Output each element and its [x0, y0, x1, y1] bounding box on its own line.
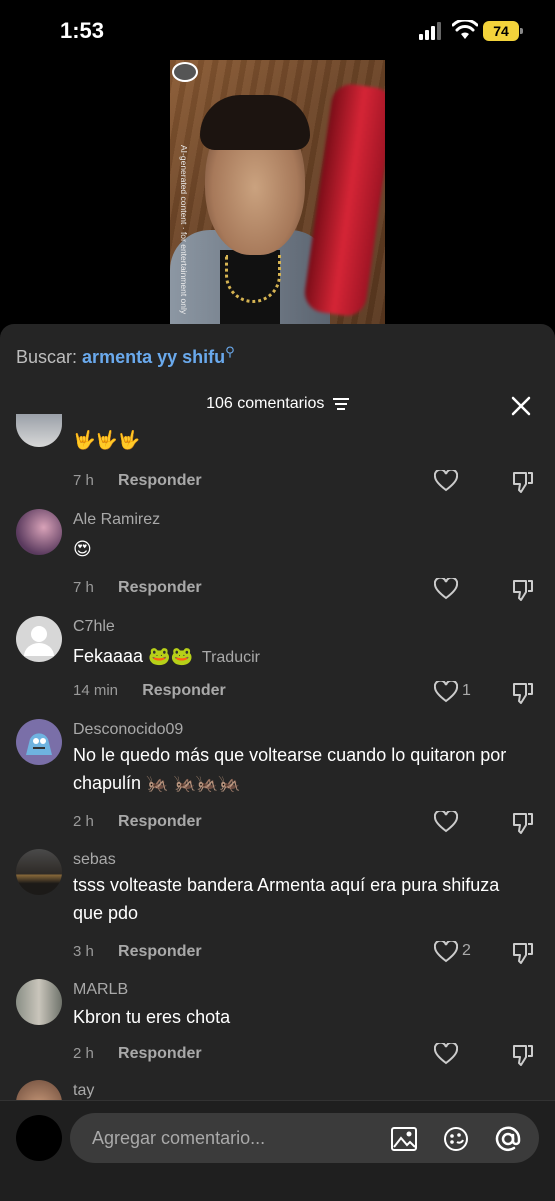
- comment-time: 7 h: [73, 472, 94, 489]
- search-icon: ⚲: [225, 344, 235, 359]
- search-suggestion[interactable]: Buscar: armenta yy shifu⚲: [16, 344, 235, 368]
- comment-time: 2 h: [73, 1045, 94, 1062]
- image-icon[interactable]: [390, 1125, 418, 1153]
- comment-avatar[interactable]: [16, 414, 62, 447]
- heart-icon[interactable]: [434, 941, 458, 963]
- comment-item: 🤟🤟🤟 7 h Responder: [0, 414, 555, 504]
- reply-button[interactable]: Responder: [118, 579, 202, 596]
- comment-text: 😍: [73, 539, 92, 559]
- comment-avatar[interactable]: [16, 509, 62, 555]
- comment-item: C7hle Fekaaaa 🐸🐸 Traducir 14 min Respond…: [0, 616, 555, 716]
- comment-time: 2 h: [73, 813, 94, 830]
- reply-button[interactable]: Responder: [118, 1045, 202, 1062]
- like-count: 2: [462, 942, 471, 959]
- reply-button[interactable]: Responder: [142, 682, 226, 699]
- comment-item: sebas tsss volteaste bandera Armenta aqu…: [0, 849, 555, 969]
- ai-generated-label: AI-generated content · for entertainment…: [179, 145, 189, 315]
- reply-button[interactable]: Responder: [118, 813, 202, 830]
- like-count: 1: [462, 682, 471, 699]
- comment-text: Fekaaaa 🐸🐸 Traducir: [73, 642, 533, 672]
- dislike-icon[interactable]: [511, 811, 535, 835]
- dislike-icon[interactable]: [511, 941, 535, 965]
- comment-author[interactable]: Desconocido09: [73, 721, 183, 739]
- comment-author[interactable]: C7hle: [73, 618, 115, 636]
- comment-author[interactable]: Ale Ramirez: [73, 511, 160, 529]
- person-hair: [200, 95, 310, 150]
- comment-input[interactable]: Agregar comentario...: [70, 1113, 539, 1163]
- comment-text: 🤟🤟🤟: [73, 430, 141, 450]
- comment-author[interactable]: MARLB: [73, 981, 128, 999]
- creator-avatar[interactable]: [172, 62, 198, 82]
- comment-text: No le quedo más que voltearse cuando lo …: [73, 745, 507, 793]
- dislike-icon[interactable]: [511, 578, 535, 602]
- dislike-icon[interactable]: [511, 470, 535, 494]
- heart-icon[interactable]: [434, 578, 458, 600]
- status-bar: 1:53 74: [0, 0, 555, 62]
- comment-placeholder: Agregar comentario...: [92, 1128, 266, 1148]
- comment-time: 7 h: [73, 579, 94, 596]
- comment-avatar[interactable]: [16, 979, 62, 1025]
- wifi-icon: [452, 20, 478, 39]
- comment-text-body: Fekaaaa 🐸🐸: [73, 646, 193, 666]
- my-avatar[interactable]: [16, 1115, 62, 1161]
- comment-meta: 3 h Responder: [73, 943, 202, 961]
- reply-button[interactable]: Responder: [118, 472, 202, 489]
- comments-count-label: 106 comentarios: [206, 395, 325, 412]
- signal-icon: [419, 22, 441, 40]
- dislike-icon[interactable]: [511, 681, 535, 705]
- comment-item: Desconocido09 No le quedo más que voltea…: [0, 719, 555, 844]
- comment-avatar[interactable]: [16, 849, 62, 895]
- search-prefix: Buscar:: [16, 347, 78, 367]
- comments-count[interactable]: 106 comentarios: [0, 395, 555, 413]
- comment-avatar[interactable]: [16, 719, 62, 765]
- comment-author[interactable]: sebas: [73, 851, 116, 869]
- heart-icon[interactable]: [434, 470, 458, 492]
- comment-meta: 14 min Responder: [73, 682, 226, 700]
- monster-avatar-icon: [26, 733, 52, 755]
- comments-sheet: Buscar: armenta yy shifu⚲ 106 comentario…: [0, 324, 555, 1200]
- comment-text: Kbron tu eres chota: [73, 1007, 231, 1027]
- mention-icon[interactable]: [494, 1125, 522, 1153]
- sort-icon[interactable]: [332, 397, 349, 410]
- comment-item: Ale Ramirez 😍 7 h Responder: [0, 509, 555, 609]
- default-avatar-icon: [24, 626, 54, 656]
- comment-time: 3 h: [73, 943, 94, 960]
- comment-avatar[interactable]: [16, 616, 62, 662]
- comment-meta: 7 h Responder: [73, 579, 202, 597]
- search-query[interactable]: armenta yy shifu: [82, 347, 225, 367]
- translate-link[interactable]: Traducir: [202, 649, 260, 666]
- emoji-icon[interactable]: [442, 1125, 470, 1153]
- heart-icon[interactable]: [434, 1043, 458, 1065]
- reply-button[interactable]: Responder: [118, 943, 202, 960]
- comment-meta: 7 h Responder: [73, 472, 202, 490]
- comment-text: tsss volteaste bandera Armenta aquí era …: [73, 875, 500, 923]
- comment-meta: 2 h Responder: [73, 813, 202, 831]
- comment-meta: 2 h Responder: [73, 1045, 202, 1063]
- battery-indicator: 74: [483, 21, 523, 41]
- comment-time: 14 min: [73, 682, 119, 699]
- heart-icon[interactable]: [434, 681, 458, 703]
- comment-author[interactable]: tay: [73, 1082, 94, 1100]
- heart-icon[interactable]: [434, 811, 458, 833]
- video-thumbnail[interactable]: AI-generated content · for entertainment…: [170, 60, 385, 324]
- dislike-icon[interactable]: [511, 1043, 535, 1067]
- comment-input-bar: Agregar comentario...: [0, 1100, 555, 1201]
- comment-item: MARLB Kbron tu eres chota 2 h Responder: [0, 979, 555, 1074]
- status-time: 1:53: [60, 18, 105, 43]
